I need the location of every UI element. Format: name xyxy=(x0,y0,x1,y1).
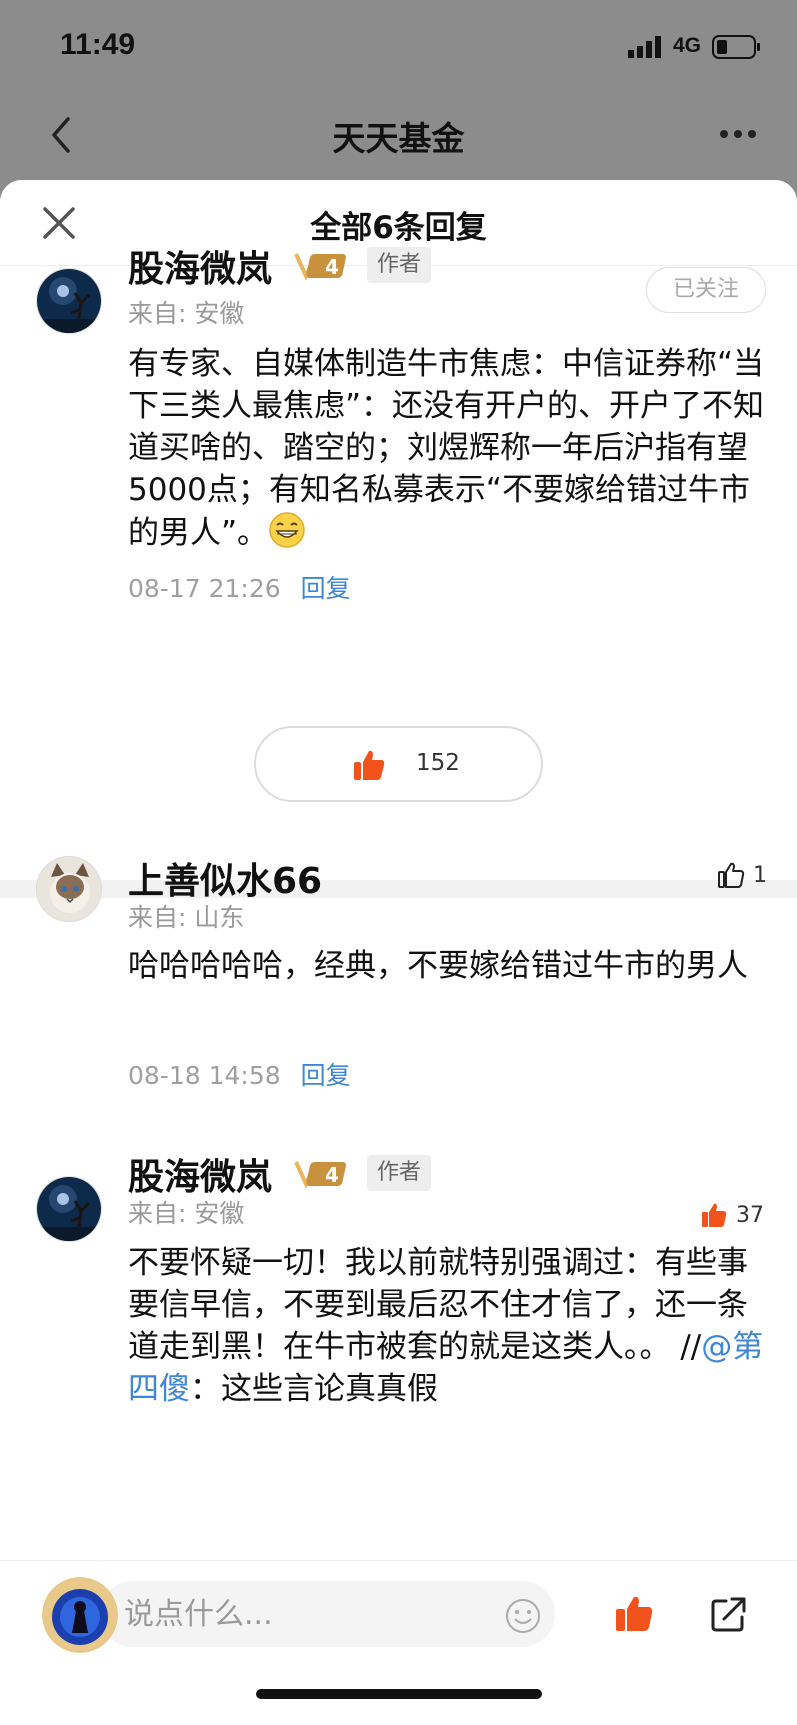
comment-content: 不要怀疑一切！我以前就特别强调过：有些事要信早信，不要到最后忍不住才信了，还一条… xyxy=(128,1242,768,1410)
network-label: 4G xyxy=(673,34,702,57)
level-number: 4 xyxy=(325,255,339,279)
emoji-icon[interactable] xyxy=(504,1597,542,1635)
like-button[interactable]: 37 xyxy=(700,1201,764,1229)
bottom-bar xyxy=(0,1560,797,1725)
comment-content: 哈哈哈哈哈，经典，不要嫁给错过牛市的男人 xyxy=(128,945,768,987)
avatar[interactable] xyxy=(42,1577,118,1653)
like-button[interactable]: 152 xyxy=(254,726,543,802)
share-icon[interactable] xyxy=(710,1595,748,1633)
comment-text: 有专家、自媒体制造牛市焦虑：中信证券称“当下三类人最焦虑”：还没有开户的、开户了… xyxy=(128,346,765,551)
thumbs-up-icon xyxy=(354,750,385,780)
username[interactable]: 股海微岚 xyxy=(128,1148,272,1200)
like-button[interactable]: 1 xyxy=(717,861,767,889)
comment-content: 有专家、自媒体制造牛市焦虑：中信证券称“当下三类人最焦虑”：还没有开户的、开户了… xyxy=(128,343,768,554)
username[interactable]: 上善似水66 xyxy=(128,852,322,904)
like-count: 152 xyxy=(416,750,460,776)
comment-meta: 08-17 21:26 回复 xyxy=(128,569,351,605)
replies-sheet: 全部6条回复 股海微岚 4 作者 已关注 来自: 安徽 有专家、自媒体制造牛市焦… xyxy=(0,180,797,1725)
status-time: 11:49 xyxy=(60,28,136,61)
location-label: 来自: 安徽 xyxy=(128,299,245,328)
follow-button[interactable]: 已关注 xyxy=(646,267,766,313)
comment-text: 不要怀疑一切！我以前就特别强调过：有些事要信早信，不要到最后忍不住才信了，还一条… xyxy=(128,1245,748,1365)
more-icon[interactable] xyxy=(718,118,758,150)
username[interactable]: 股海微岚 xyxy=(128,240,272,292)
status-bar: 11:49 4G xyxy=(0,0,797,100)
avatar[interactable] xyxy=(36,1176,102,1242)
location-label: 来自: 山东 xyxy=(128,903,245,932)
location-label: 来自: 安徽 xyxy=(128,1199,245,1228)
reply-button[interactable]: 回复 xyxy=(301,1061,351,1090)
level-number: 4 xyxy=(325,1163,339,1187)
comment-text-tail: ：这些言论真真假 xyxy=(190,1371,438,1407)
section-divider xyxy=(0,880,797,898)
thumbs-up-icon[interactable] xyxy=(614,1593,654,1633)
home-indicator xyxy=(256,1689,542,1699)
comment-meta: 08-18 14:58 回复 xyxy=(128,1056,351,1092)
level-badge-icon: 4 xyxy=(294,253,346,281)
signal-icon xyxy=(628,36,661,58)
thumbs-up-icon xyxy=(702,1203,727,1227)
comment-time: 08-18 14:58 xyxy=(128,1061,281,1090)
comment-input[interactable] xyxy=(100,1581,555,1647)
battery-icon xyxy=(712,35,760,59)
comment-time: 08-17 21:26 xyxy=(128,574,281,603)
thumbs-up-outline-icon xyxy=(718,862,745,888)
grin-emoji xyxy=(269,512,305,548)
nav-title: 天天基金 xyxy=(332,119,465,158)
author-tag: 作者 xyxy=(367,247,432,283)
avatar[interactable] xyxy=(36,268,102,334)
avatar[interactable] xyxy=(36,856,102,922)
like-count: 1 xyxy=(753,862,767,888)
like-count: 37 xyxy=(736,1202,764,1228)
level-badge-icon: 4 xyxy=(294,1161,346,1189)
author-tag: 作者 xyxy=(367,1155,432,1191)
sheet-title: 全部6条回复 xyxy=(310,210,487,246)
reply-button[interactable]: 回复 xyxy=(301,574,351,603)
comment-text: 哈哈哈哈哈，经典，不要嫁给错过牛市的男人 xyxy=(128,948,748,984)
